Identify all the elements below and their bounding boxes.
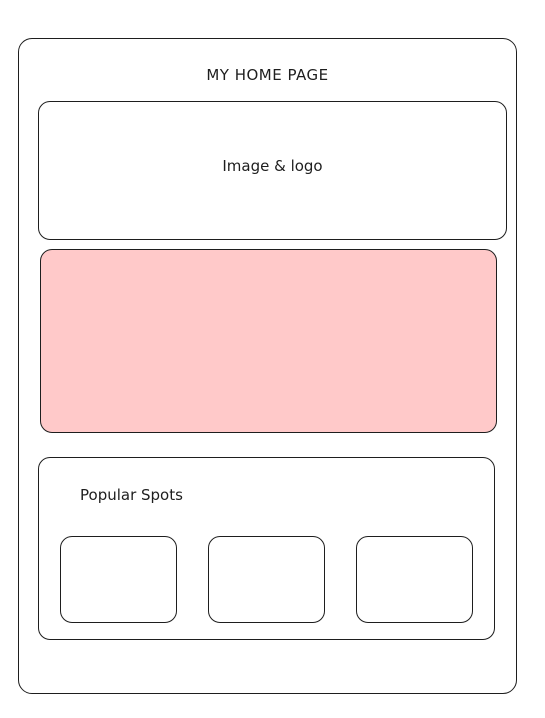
spot-card[interactable] <box>208 536 325 623</box>
hero-image-logo-block: Image & logo <box>38 101 507 240</box>
spot-card[interactable] <box>60 536 177 623</box>
page-title: MY HOME PAGE <box>206 66 329 84</box>
spot-card[interactable] <box>356 536 473 623</box>
banner-block <box>40 249 497 433</box>
popular-spots-title: Popular Spots <box>80 486 183 504</box>
popular-spots-section: Popular Spots <box>38 457 495 640</box>
hero-label: Image & logo <box>222 157 323 175</box>
